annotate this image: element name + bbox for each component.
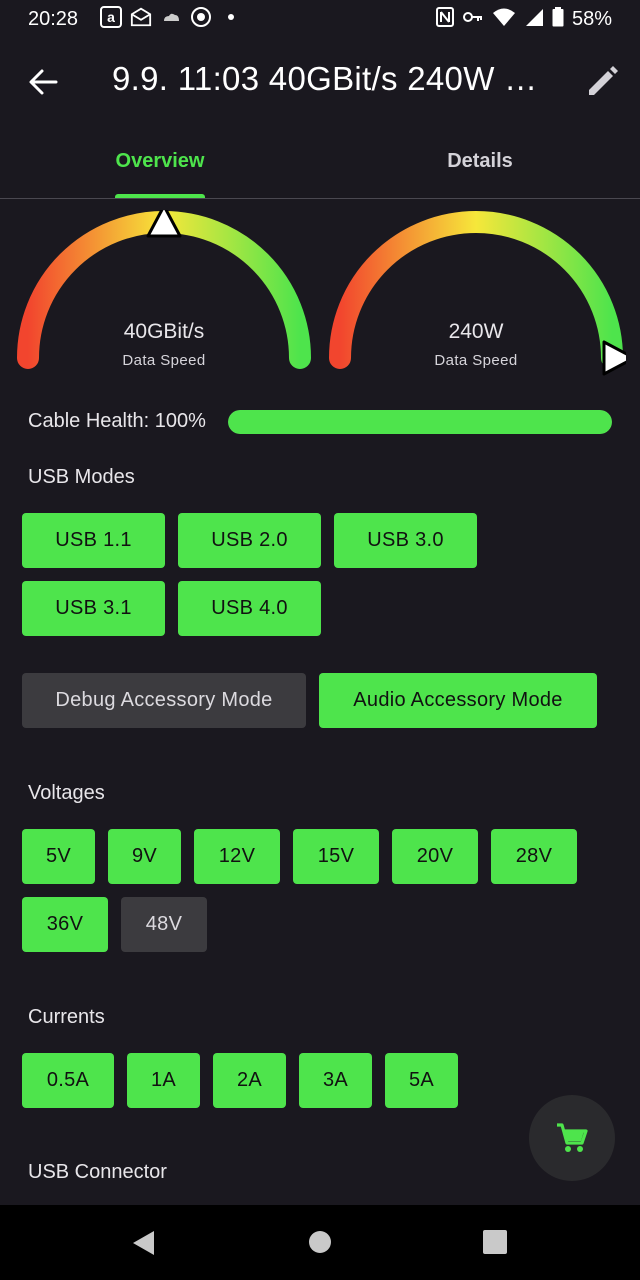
accessory-mode-chip[interactable]: Audio Accessory Mode xyxy=(319,673,597,728)
app-bar: 9.9. 11:03 40GBit/s 240W … xyxy=(0,40,640,122)
gauge-arc xyxy=(329,211,636,376)
current-chip[interactable]: 1A xyxy=(127,1053,200,1108)
tab-indicator xyxy=(115,194,205,198)
currents-heading: Currents xyxy=(28,1006,105,1028)
usb-mode-chip[interactable]: USB 4.0 xyxy=(178,581,321,636)
gauge-arc xyxy=(17,204,311,369)
usb-mode-chip[interactable]: USB 1.1 xyxy=(22,513,165,568)
power-gauge: 240W Data Speed xyxy=(326,210,636,400)
voltage-chip[interactable]: 9V xyxy=(108,829,181,884)
browser-icon xyxy=(190,6,212,28)
current-chip[interactable]: 3A xyxy=(299,1053,372,1108)
key-icon xyxy=(462,7,484,32)
current-chip[interactable]: 2A xyxy=(213,1053,286,1108)
usb-mode-chip[interactable]: USB 3.0 xyxy=(334,513,477,568)
edit-button[interactable] xyxy=(582,62,622,102)
voltages-heading: Voltages xyxy=(28,782,105,804)
cable-health-label: Cable Health: 100% xyxy=(28,410,206,432)
voltage-chip[interactable]: 20V xyxy=(392,829,478,884)
square-recents-icon xyxy=(483,1230,507,1254)
usb-modes-heading: USB Modes xyxy=(28,466,135,488)
data-speed-gauge: 40GBit/s Data Speed xyxy=(14,204,314,400)
usb-connector-heading: USB Connector xyxy=(28,1161,167,1183)
wifi-icon xyxy=(492,7,516,32)
accessory-mode-chip[interactable]: Debug Accessory Mode xyxy=(22,673,306,728)
shopping-cart-icon xyxy=(557,1123,588,1152)
cable-health-fill xyxy=(228,410,612,434)
voltage-chip[interactable]: 48V xyxy=(121,897,207,952)
nav-home-button[interactable] xyxy=(305,1227,337,1259)
arrow-back-icon xyxy=(29,69,58,95)
amazon-icon: a xyxy=(100,6,122,28)
voltages-group: 5V 9V 12V 15V 20V 28V 36V 48V xyxy=(22,829,602,952)
usb-mode-chip[interactable]: USB 2.0 xyxy=(178,513,321,568)
svg-text:a: a xyxy=(107,9,115,25)
voltage-chip[interactable]: 28V xyxy=(491,829,577,884)
current-chip[interactable]: 0.5A xyxy=(22,1053,114,1108)
voltage-chip[interactable]: 15V xyxy=(293,829,379,884)
system-icons: 58% xyxy=(435,7,612,32)
tab-details[interactable]: Details xyxy=(320,132,640,198)
cable-health-bar xyxy=(228,410,612,434)
mail-icon xyxy=(130,6,152,28)
voltage-chip[interactable]: 5V xyxy=(22,829,95,884)
cloud-icon xyxy=(160,6,182,28)
nav-recents-button[interactable] xyxy=(480,1227,512,1259)
currents-group: 0.5A 1A 2A 3A 5A xyxy=(22,1053,522,1108)
usb-modes-group: USB 1.1 USB 2.0 USB 3.0 USB 3.1 USB 4.0 xyxy=(22,513,492,636)
nav-back-button[interactable] xyxy=(128,1227,160,1259)
usb-mode-chip[interactable]: USB 3.1 xyxy=(22,581,165,636)
tab-bar: Overview Details xyxy=(0,132,640,199)
battery-percent: 58% xyxy=(571,8,612,30)
battery-icon xyxy=(552,7,564,32)
dot-icon xyxy=(220,6,242,28)
triangle-back-icon xyxy=(133,1231,154,1255)
nfc-icon xyxy=(435,7,454,32)
status-time: 20:28 xyxy=(28,8,79,30)
gauge-value: 240W xyxy=(448,320,504,343)
gauge-label: Data Speed xyxy=(434,352,518,369)
page-title: 9.9. 11:03 40GBit/s 240W … xyxy=(112,60,538,97)
status-bar: 20:28 a 58% xyxy=(0,0,640,38)
voltage-chip[interactable]: 12V xyxy=(194,829,280,884)
tab-overview[interactable]: Overview xyxy=(0,132,320,198)
voltage-chip[interactable]: 36V xyxy=(22,897,108,952)
circle-home-icon xyxy=(309,1231,331,1253)
gauge-value: 40GBit/s xyxy=(123,320,205,343)
system-nav-bar xyxy=(0,1205,640,1280)
back-button[interactable] xyxy=(22,60,66,104)
notification-icons: a xyxy=(100,6,242,28)
current-chip[interactable]: 5A xyxy=(385,1053,458,1108)
accessory-modes-group: Debug Accessory Mode Audio Accessory Mod… xyxy=(22,673,622,728)
pencil-icon xyxy=(589,66,618,95)
signal-icon xyxy=(524,7,544,32)
gauge-label: Data Speed xyxy=(122,352,206,369)
shop-fab-button[interactable] xyxy=(529,1095,615,1181)
